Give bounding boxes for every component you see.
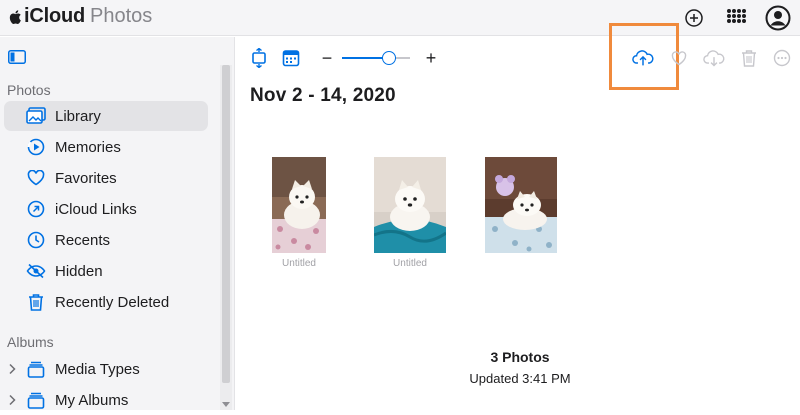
dog-photo-image[interactable]	[272, 157, 326, 253]
scrollbar-thumb[interactable]	[222, 65, 230, 383]
clock-icon	[26, 230, 46, 250]
add-icon[interactable]	[680, 4, 708, 32]
zoom-slider-rest	[396, 57, 410, 59]
sidebar-item-media-types[interactable]: Media Types	[4, 354, 208, 384]
sidebar-item-label: Library	[55, 107, 101, 125]
last-updated: Updated 3:41 PM	[469, 371, 571, 386]
sidebar-toggle-icon[interactable]	[8, 50, 26, 64]
sidebar-item-label: My Albums	[55, 391, 129, 409]
more-options-icon	[771, 47, 793, 69]
sidebar-item-recents[interactable]: Recents	[4, 225, 208, 255]
sidebar-item-memories[interactable]: Memories	[4, 132, 208, 162]
stack-icon	[26, 390, 46, 410]
account-icon[interactable]	[764, 4, 792, 32]
eye-slash-icon	[26, 261, 46, 281]
top-bar: iCloud Photos	[0, 0, 800, 36]
sidebar-item-label: Favorites	[55, 169, 117, 187]
photo-count: 3 Photos	[490, 349, 550, 365]
date-range-title: Nov 2 - 14, 2020	[250, 85, 396, 106]
zoom-out-button[interactable]: −	[316, 47, 338, 69]
favorite-icon	[668, 47, 690, 69]
sidebar-item-library[interactable]: Library	[4, 101, 208, 131]
chevron-right-icon[interactable]	[8, 394, 16, 406]
brand-name: iCloud	[24, 5, 86, 27]
library-icon	[26, 106, 46, 126]
heart-icon	[26, 168, 46, 188]
sidebar-item-icloud-links[interactable]: iCloud Links	[4, 194, 208, 224]
albums-heading: Albums	[7, 334, 54, 350]
chevron-right-icon[interactable]	[8, 363, 16, 375]
app-brand[interactable]: iCloud Photos	[8, 5, 152, 28]
sidebar-scrollbar[interactable]	[220, 65, 232, 410]
photo-thumbnail[interactable]: Untitled	[272, 157, 326, 269]
sidebar-item-label: Hidden	[55, 262, 103, 280]
main-toolbar: − +	[236, 23, 800, 90]
dog-photo-image[interactable]	[485, 157, 557, 253]
brand-section: Photos	[90, 5, 153, 27]
zoom-slider-knob[interactable]	[382, 51, 396, 65]
memories-icon	[26, 137, 46, 157]
sidebar-item-label: Memories	[55, 138, 121, 156]
sidebar: Photos Library Memories Favorites iCloud…	[0, 37, 235, 410]
scroll-down-arrow-icon[interactable]	[222, 402, 230, 407]
zoom-in-button[interactable]: +	[420, 47, 442, 69]
photo-caption: Untitled	[393, 258, 427, 269]
link-icon	[26, 199, 46, 219]
photo-thumbnail[interactable]: Untitled	[374, 157, 446, 269]
dog-photo-image[interactable]	[374, 157, 446, 253]
photo-caption: Untitled	[282, 258, 316, 269]
sidebar-item-favorites[interactable]: Favorites	[4, 163, 208, 193]
calendar-view-icon[interactable]	[280, 47, 302, 69]
photo-thumbnail[interactable]	[485, 157, 557, 253]
trash-icon	[26, 292, 46, 312]
sidebar-item-label: Media Types	[55, 360, 140, 378]
delete-icon	[738, 47, 760, 69]
sidebar-item-hidden[interactable]: Hidden	[4, 256, 208, 286]
sidebar-item-label: Recently Deleted	[55, 293, 170, 311]
sidebar-item-label: Recents	[55, 231, 111, 249]
apple-logo-icon	[9, 9, 21, 24]
stack-icon	[26, 359, 46, 379]
photos-heading: Photos	[7, 82, 51, 98]
sidebar-item-recently-deleted[interactable]: Recently Deleted	[4, 287, 208, 317]
sidebar-item-label: iCloud Links	[55, 200, 137, 218]
app-grid-icon[interactable]	[722, 4, 750, 32]
aspect-ratio-icon[interactable]	[248, 47, 270, 69]
sidebar-item-my-albums[interactable]: My Albums	[4, 385, 208, 415]
download-icon	[703, 47, 725, 69]
